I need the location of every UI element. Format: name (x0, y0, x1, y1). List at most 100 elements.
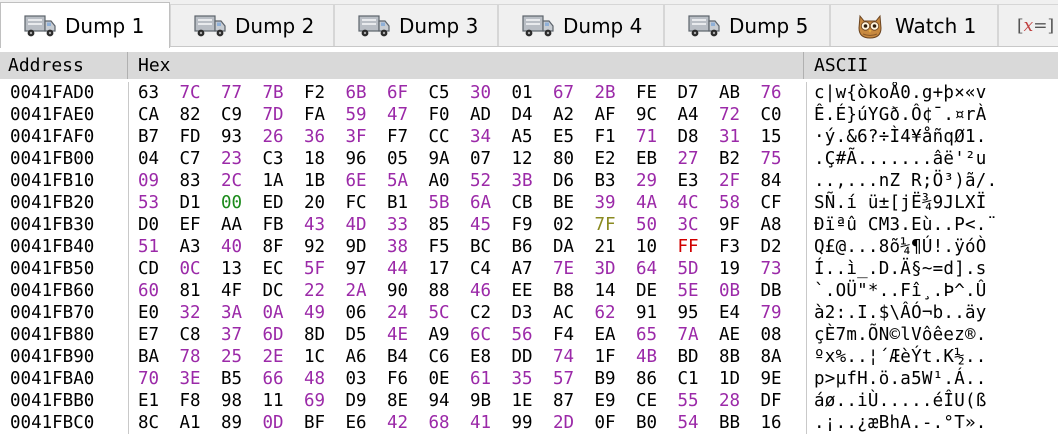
table-row[interactable]: 0041FBA0 70 3E B5 66 48 03 F6 0E 61 35 57 B9 86 C1 1D 9E… (0, 368, 1058, 390)
hex-byte[interactable]: 55 (678, 390, 704, 412)
hex-byte[interactable]: 0F (595, 412, 621, 434)
hex-byte[interactable]: 5E (678, 280, 704, 302)
hex-byte[interactable]: 35 (512, 368, 538, 390)
hex-byte[interactable]: 80 (553, 148, 579, 170)
hex-byte[interactable]: 98 (221, 390, 247, 412)
table-row[interactable]: 0041FBB0 E1 F8 98 11 69 D9 8E 94 9B 1E 87 E9 CE 55 28 DF… (0, 390, 1058, 412)
hex-byte[interactable]: 61 (470, 368, 496, 390)
hex-byte[interactable]: 03 (346, 368, 372, 390)
ascii-cell[interactable]: p>µfH.ö.a5W¹.Á.. (814, 368, 987, 390)
hex-byte[interactable]: 69 (304, 390, 330, 412)
hex-byte[interactable]: 0C (180, 258, 206, 280)
hex-byte[interactable]: 53 (138, 192, 164, 214)
hex-byte[interactable]: 6F (387, 82, 413, 104)
hex-byte[interactable]: ED (263, 192, 289, 214)
hex-byte[interactable]: 0A (263, 302, 289, 324)
hex-byte[interactable]: E7 (138, 324, 164, 346)
hex-byte[interactable]: FF (678, 236, 704, 258)
hex-byte[interactable]: 81 (180, 280, 206, 302)
hex-byte[interactable]: 21 (595, 236, 621, 258)
hex-byte[interactable]: B4 (387, 346, 413, 368)
ascii-cell[interactable]: Q£@...8õ¼¶Ú!.ÿóÒ (814, 236, 987, 258)
tab-formula[interactable]: [x=] (998, 4, 1058, 46)
tab-dump-1[interactable]: Dump 1 (0, 2, 170, 48)
hex-byte[interactable]: F4 (553, 324, 579, 346)
hex-byte[interactable]: F3 (719, 236, 745, 258)
hex-byte[interactable]: 67 (553, 82, 579, 104)
hex-byte[interactable]: 5A (387, 170, 413, 192)
hex-byte[interactable]: CC (429, 126, 455, 148)
hex-byte[interactable]: B9 (595, 368, 621, 390)
address-cell[interactable]: 0041FB50 (10, 258, 94, 280)
address-cell[interactable]: 0041FBA0 (10, 368, 94, 390)
ascii-cell[interactable]: c|w{òkoÅ0.g+þ×«v (814, 82, 987, 104)
hex-byte[interactable]: C3 (263, 148, 289, 170)
hex-byte[interactable]: A5 (512, 126, 538, 148)
hex-byte[interactable]: EF (180, 214, 206, 236)
hex-byte[interactable]: 48 (304, 368, 330, 390)
hex-byte[interactable]: 8C (138, 412, 164, 434)
hex-byte[interactable]: EA (595, 324, 621, 346)
hex-byte[interactable]: 6D (263, 324, 289, 346)
tab-dump-5[interactable]: Dump 5 (664, 4, 830, 46)
hex-byte[interactable]: 24 (387, 302, 413, 324)
hex-byte[interactable]: EB (636, 148, 662, 170)
hex-byte[interactable]: 41 (470, 412, 496, 434)
hex-byte[interactable]: 70 (138, 368, 164, 390)
table-row[interactable]: 0041FB60 60 81 4F DC 22 2A 90 88 46 EE B8 14 DE 5E 0B DB… (0, 280, 1058, 302)
column-header-address[interactable]: Address (0, 52, 128, 79)
hex-byte[interactable]: D7 (678, 82, 704, 104)
hex-byte[interactable]: CF (761, 192, 787, 214)
hex-byte[interactable]: E1 (138, 390, 164, 412)
hex-byte[interactable]: 39 (595, 192, 621, 214)
hex-byte[interactable]: B6 (512, 236, 538, 258)
hex-byte[interactable]: 2B (595, 82, 621, 104)
hex-byte[interactable]: D8 (678, 126, 704, 148)
hex-byte[interactable]: A7 (512, 258, 538, 280)
hex-byte[interactable]: 13 (221, 258, 247, 280)
hex-byte[interactable]: 4D (346, 214, 372, 236)
hex-byte[interactable]: D0 (138, 214, 164, 236)
hex-byte[interactable]: D5 (346, 324, 372, 346)
hex-byte[interactable]: D4 (512, 104, 538, 126)
hex-byte[interactable]: CD (138, 258, 164, 280)
hex-byte[interactable]: 71 (636, 126, 662, 148)
hex-byte[interactable]: AF (595, 104, 621, 126)
hex-byte[interactable]: 23 (221, 148, 247, 170)
table-row[interactable]: 0041FB30 D0 EF AA FB 43 4D 33 85 45 F9 02 7F 50 3C 9F A8… (0, 214, 1058, 236)
hex-byte[interactable]: 01 (512, 82, 538, 104)
hex-byte[interactable]: 95 (678, 302, 704, 324)
address-cell[interactable]: 0041FB00 (10, 148, 94, 170)
hex-byte[interactable]: 96 (346, 148, 372, 170)
hex-byte[interactable]: 4B (636, 346, 662, 368)
tab-dump-4[interactable]: Dump 4 (498, 4, 664, 46)
hex-byte[interactable]: BD (678, 346, 704, 368)
hex-byte[interactable]: 73 (761, 258, 787, 280)
hex-byte[interactable]: 40 (221, 236, 247, 258)
hex-byte[interactable]: DD (512, 346, 538, 368)
hex-byte[interactable]: 3C (678, 214, 704, 236)
table-row[interactable]: 0041FB70 E0 32 3A 0A 49 06 24 5C C2 D3 AC 62 91 95 E4 79… (0, 302, 1058, 324)
hex-byte[interactable]: A8 (761, 214, 787, 236)
hex-byte[interactable]: 02 (553, 214, 579, 236)
hex-byte[interactable]: DF (761, 390, 787, 412)
hex-byte[interactable]: 89 (221, 412, 247, 434)
hex-byte[interactable]: 7D (263, 104, 289, 126)
hex-byte[interactable]: F8 (180, 390, 206, 412)
hex-byte[interactable]: 52 (470, 170, 496, 192)
hex-byte[interactable]: 6B (346, 82, 372, 104)
hex-byte[interactable]: 6E (346, 170, 372, 192)
hex-byte[interactable]: 7C (180, 82, 206, 104)
hex-byte[interactable]: FE (636, 82, 662, 104)
ascii-cell[interactable]: .Ç#Ã.......âë'²u (814, 148, 987, 170)
hex-byte[interactable]: 50 (636, 214, 662, 236)
hex-byte[interactable]: 79 (761, 302, 787, 324)
hex-byte[interactable]: 9D (346, 236, 372, 258)
hex-byte[interactable]: 0E (429, 368, 455, 390)
hex-byte[interactable]: 59 (346, 104, 372, 126)
hex-byte[interactable]: A0 (429, 170, 455, 192)
hex-byte[interactable]: 12 (512, 148, 538, 170)
hex-byte[interactable]: 86 (636, 368, 662, 390)
hex-byte[interactable]: 4A (636, 192, 662, 214)
hex-byte[interactable]: DE (636, 280, 662, 302)
